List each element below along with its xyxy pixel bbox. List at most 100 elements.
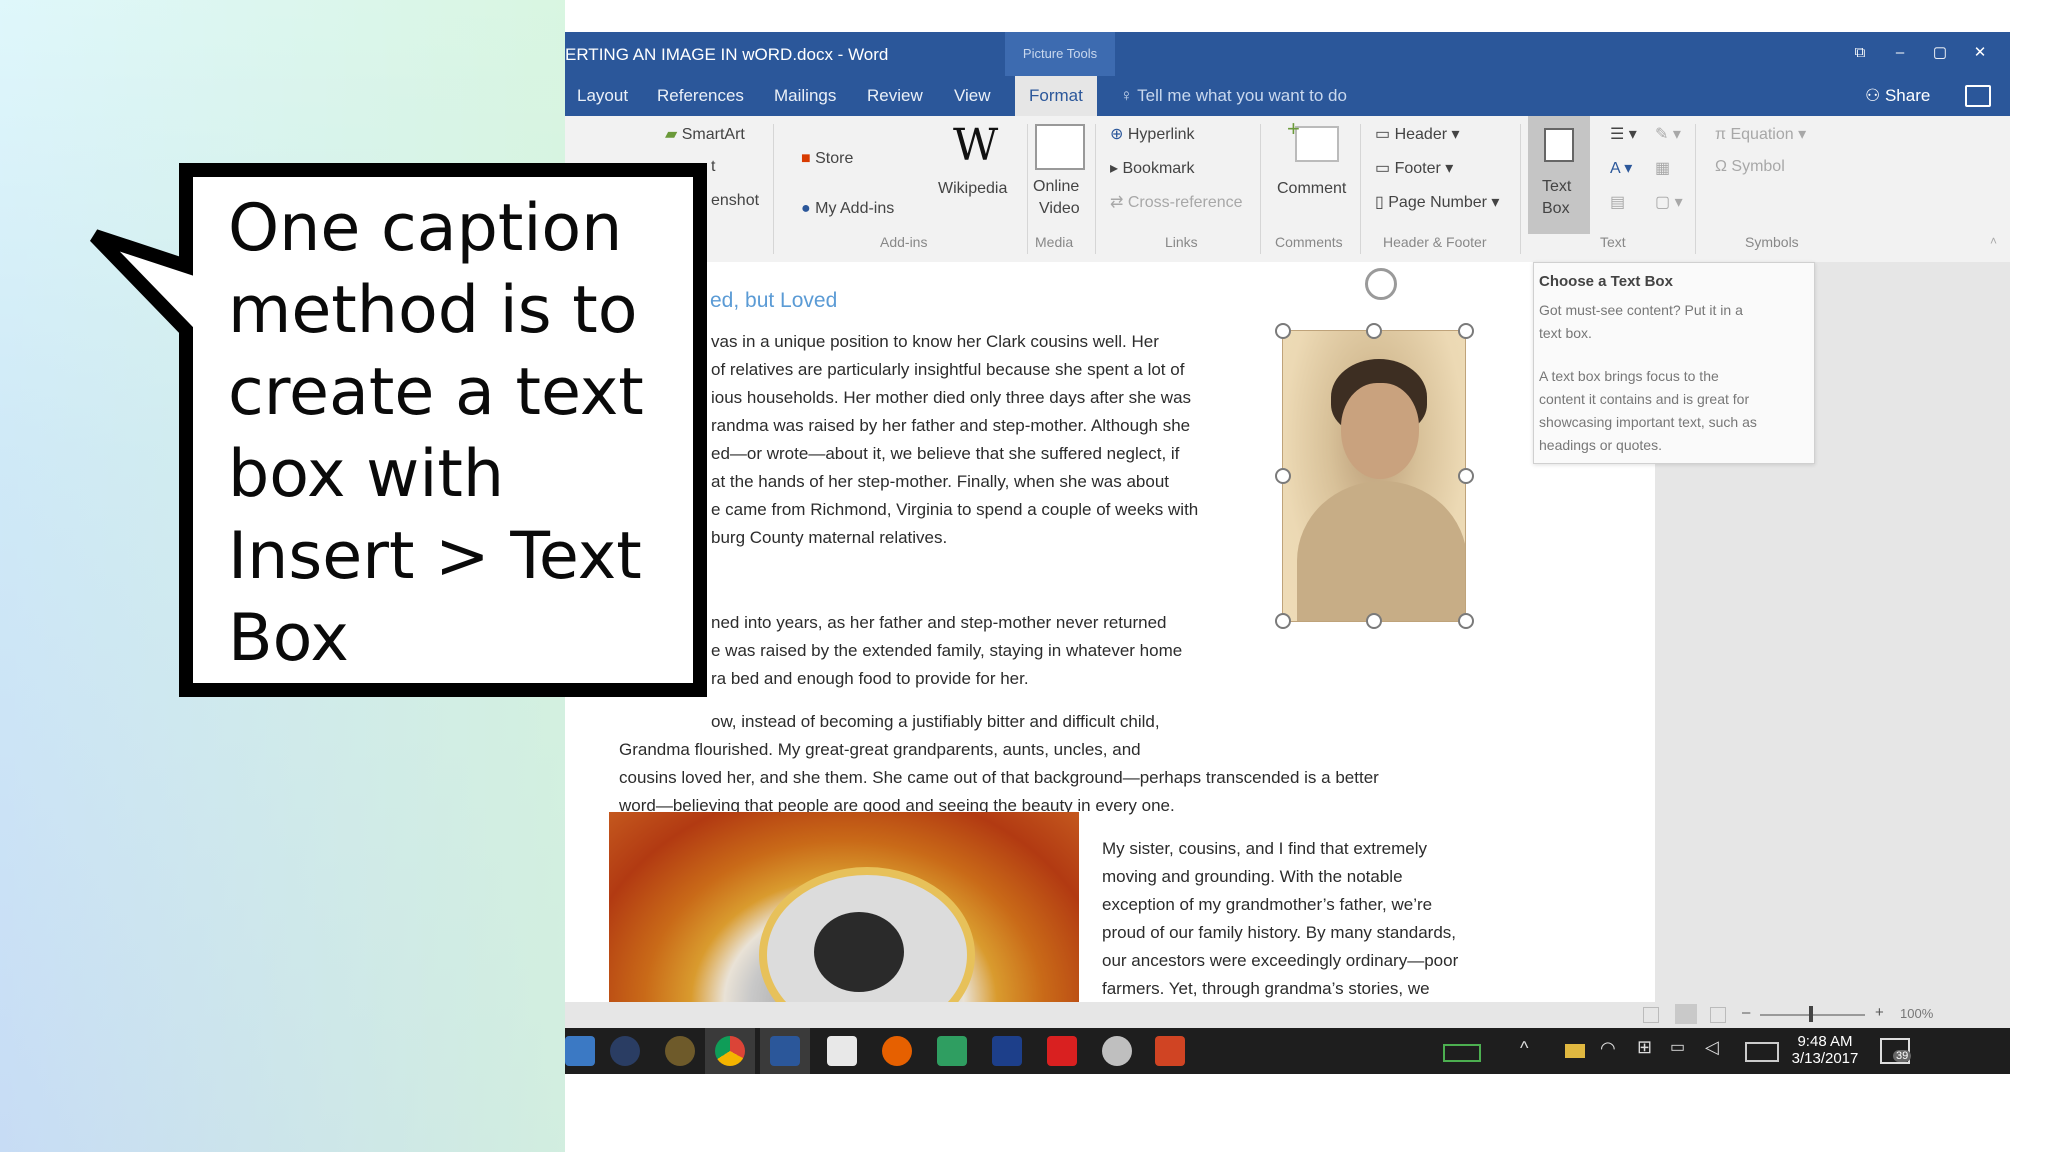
folder-tray-icon[interactable] [1565, 1044, 1585, 1058]
tell-me-text: Tell me what you want to do [1137, 86, 1347, 105]
clock[interactable]: 9:48 AM 3/13/2017 [1790, 1033, 1860, 1067]
ribbon: ▰ SmartArt t enshot ■ Store ● My Add-ins… [565, 116, 2010, 263]
file-explorer-icon[interactable] [565, 1036, 595, 1066]
selected-portrait-image[interactable] [1282, 330, 1466, 622]
resize-handle-bottom-right[interactable] [1458, 613, 1474, 629]
object-icon[interactable]: ▢ ▾ [1655, 192, 1683, 212]
app-icon-4[interactable] [1102, 1036, 1132, 1066]
snagit-icon[interactable] [827, 1036, 857, 1066]
tab-view[interactable]: View [952, 76, 993, 116]
acrobat-icon[interactable] [1047, 1036, 1077, 1066]
window-title: ERTING AN IMAGE IN wORD.docx - Word [565, 45, 889, 64]
text-line: cousins loved her, and she them. She cam… [619, 768, 1379, 787]
tell-me-search[interactable]: ♀ Tell me what you want to do [1120, 76, 1347, 116]
online-video-icon[interactable] [1035, 124, 1085, 170]
word-icon[interactable] [770, 1036, 800, 1066]
cross-reference-button[interactable]: ⇄ Cross-reference [1110, 192, 1243, 212]
gift-icon[interactable]: ⊞ [1637, 1037, 1652, 1058]
bookmark-button[interactable]: ▸ Bookmark [1110, 158, 1195, 178]
callout-line: method is to [228, 273, 638, 348]
tab-review[interactable]: Review [865, 76, 925, 116]
page-number-button[interactable]: ▯ Page Number ▾ [1375, 192, 1499, 212]
wikipedia-icon[interactable]: W [953, 120, 998, 171]
zoom-slider-thumb[interactable] [1809, 1006, 1813, 1022]
equation-button[interactable]: π Equation ▾ [1715, 124, 1806, 144]
signature-line-icon[interactable]: ✎ ▾ [1655, 124, 1681, 144]
smartart-icon: ▰ [665, 126, 682, 143]
addins-icon: ● [801, 200, 816, 217]
date-time-icon[interactable]: ▦ [1655, 158, 1670, 178]
resize-handle-bottom[interactable] [1366, 613, 1382, 629]
footer-button[interactable]: ▭ Footer ▾ [1375, 158, 1453, 178]
minimize-button[interactable]: – [1885, 40, 1915, 66]
powerpoint-icon[interactable] [1155, 1036, 1185, 1066]
hyperlink-icon: ⊕ [1110, 126, 1128, 143]
tab-mailings[interactable]: Mailings [772, 76, 838, 116]
print-layout-icon[interactable] [1675, 1004, 1697, 1024]
text-line: of relatives are particularly insightful… [711, 360, 1185, 379]
store-button[interactable]: ■ Store [801, 150, 853, 168]
resize-handle-bottom-left[interactable] [1275, 613, 1291, 629]
read-mode-icon[interactable] [1643, 1007, 1659, 1023]
paragraph-3-first-line: ow, instead of becoming a justifiably bi… [711, 708, 1160, 736]
family-tree-icon[interactable] [937, 1036, 967, 1066]
document-page: ed, but Loved vas in a unique position t… [565, 262, 1655, 1043]
zoom-level[interactable]: 100% [1900, 1006, 1933, 1021]
volume-icon[interactable]: ◁ [1705, 1037, 1719, 1058]
text-line: ra bed and enough food to provide for he… [711, 669, 1029, 688]
smartart-button[interactable]: ▰ SmartArt [665, 124, 745, 144]
text-line: exception of my grandmother’s father, we… [1102, 895, 1433, 914]
paragraph-1: vas in a unique position to know her Cla… [711, 328, 1198, 552]
bookmark-icon: ▸ [1110, 160, 1123, 177]
app-icon-3[interactable] [992, 1036, 1022, 1066]
close-button[interactable]: ✕ [1965, 40, 1995, 66]
word-window: ERTING AN IMAGE IN wORD.docx - Word Pict… [565, 32, 2010, 1074]
text-line: our ancestors were exceedingly ordinary—… [1102, 951, 1459, 970]
tab-format[interactable]: Format [1015, 76, 1097, 116]
quick-parts-icon[interactable]: ☰ ▾ [1610, 124, 1637, 144]
symbol-button[interactable]: Ω Symbol [1715, 158, 1785, 176]
header-button[interactable]: ▭ Header ▾ [1375, 124, 1460, 144]
screenshot-button-partial[interactable]: enshot [711, 192, 759, 210]
rotate-handle[interactable] [1365, 268, 1397, 300]
group-label-comments: Comments [1275, 234, 1343, 250]
group-label-text: Text [1600, 234, 1626, 250]
web-layout-icon[interactable] [1710, 1007, 1726, 1023]
text-line: moving and grounding. With the notable [1102, 867, 1403, 886]
tooltip-text-2: A text box brings focus to the content i… [1539, 368, 1757, 453]
restore-button[interactable]: ▢ [1925, 40, 1955, 66]
network-icon[interactable]: ▭ [1670, 1037, 1685, 1057]
my-addins-button[interactable]: ● My Add-ins [801, 200, 894, 218]
resize-handle-top[interactable] [1366, 323, 1382, 339]
zoom-out-button[interactable]: – [1742, 1004, 1750, 1021]
collapse-ribbon-icon[interactable]: ˄ [1990, 234, 1997, 248]
paragraph-4: My sister, cousins, and I find that extr… [1102, 835, 1458, 1003]
tab-layout[interactable]: Layout [575, 76, 630, 116]
resize-handle-top-right[interactable] [1458, 323, 1474, 339]
battery-icon[interactable] [1443, 1044, 1481, 1062]
comments-icon[interactable] [1965, 85, 1991, 107]
tab-references[interactable]: References [655, 76, 746, 116]
app-icon-1[interactable] [610, 1036, 640, 1066]
text-box-button[interactable]: Text Box [1528, 116, 1590, 234]
show-hidden-icons-icon[interactable]: ^ [1520, 1038, 1528, 1059]
firefox-icon[interactable] [882, 1036, 912, 1066]
drop-cap-icon[interactable]: ▤ [1610, 192, 1625, 212]
wordart-icon[interactable]: A ▾ [1610, 158, 1632, 178]
chart-button-partial[interactable]: t [711, 158, 715, 176]
keyboard-icon[interactable] [1745, 1042, 1779, 1062]
resize-handle-left[interactable] [1275, 468, 1291, 484]
resize-handle-top-left[interactable] [1275, 323, 1291, 339]
wifi-icon[interactable]: ◠ [1600, 1038, 1616, 1059]
text-box-label: Text [1542, 178, 1572, 195]
callout-line: Insert > Text [228, 519, 642, 594]
app-icon-2[interactable] [665, 1036, 695, 1066]
comment-icon[interactable] [1295, 126, 1339, 162]
hyperlink-button[interactable]: ⊕ Hyperlink [1110, 124, 1195, 144]
resize-handle-right[interactable] [1458, 468, 1474, 484]
zoom-in-button[interactable]: + [1875, 1004, 1884, 1021]
chrome-icon[interactable] [715, 1036, 745, 1066]
clock-time: 9:48 AM [1797, 1033, 1853, 1050]
share-button[interactable]: ⚇ Share [1865, 76, 1930, 116]
ribbon-display-options-icon[interactable]: ⧉ [1845, 40, 1875, 66]
